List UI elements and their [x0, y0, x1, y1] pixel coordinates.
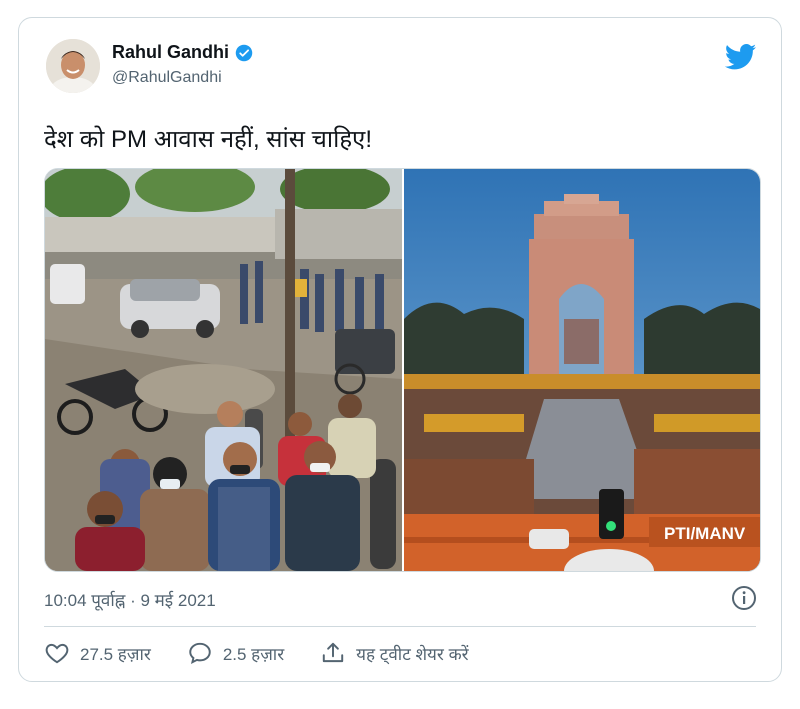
tweet-actions: 27.5 हज़ार 2.5 हज़ार यह ट्वीट शेयर करें: [44, 640, 505, 666]
avatar[interactable]: [46, 39, 100, 93]
divider: [44, 626, 756, 627]
author-handle[interactable]: @RahulGandhi: [112, 69, 222, 87]
tweet-text: देश को PM आवास नहीं, सांस चाहिए!: [44, 126, 372, 153]
reply-count: 2.5 हज़ार: [222, 644, 285, 664]
reply-button[interactable]: 2.5 हज़ार: [187, 640, 284, 666]
author-name-row[interactable]: Rahul Gandhi: [112, 42, 253, 63]
media-caption: PTI/MANV: [664, 524, 746, 543]
tweet-media[interactable]: PTI/MANV: [44, 168, 761, 572]
reply-icon: [189, 642, 211, 665]
share-label: यह ट्वीट शेयर करें: [356, 644, 469, 664]
verified-badge-icon: [235, 44, 253, 62]
like-button[interactable]: 27.5 हज़ार: [44, 640, 151, 666]
share-button[interactable]: यह ट्वीट शेयर करें: [320, 640, 469, 666]
share-icon: [322, 642, 344, 663]
heart-icon: [45, 643, 69, 664]
tweet-timestamp[interactable]: 10:04 पूर्वाह्न · 9 मई 2021: [44, 588, 216, 611]
info-icon[interactable]: [731, 585, 757, 611]
author-name[interactable]: Rahul Gandhi: [112, 42, 229, 63]
media-image-india-gate[interactable]: PTI/MANV: [404, 169, 760, 571]
twitter-bird-icon[interactable]: [724, 44, 757, 70]
media-image-queue[interactable]: [45, 169, 402, 571]
tweet-card[interactable]: Rahul Gandhi @RahulGandhi देश को PM आवास…: [18, 17, 782, 682]
like-count: 27.5 हज़ार: [80, 644, 151, 664]
